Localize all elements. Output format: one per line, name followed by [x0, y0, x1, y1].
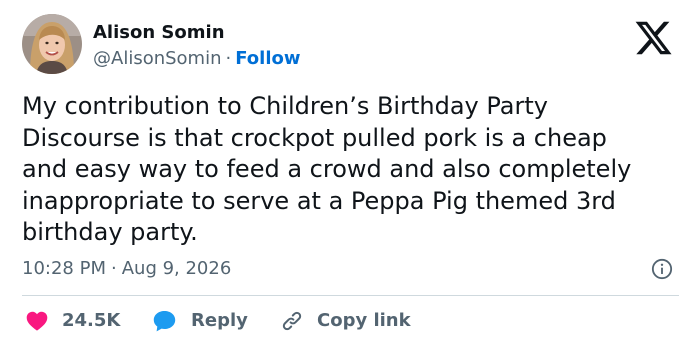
divider	[22, 295, 679, 296]
tweet-time: 10:28 PM	[22, 258, 106, 279]
tweet-date: Aug 9, 2026	[121, 258, 232, 279]
like-button[interactable]: 24.5K	[25, 308, 120, 334]
copy-link-label: Copy link	[317, 310, 411, 331]
copy-link-button[interactable]: Copy link	[280, 308, 411, 334]
timestamp-separator: ·	[110, 258, 117, 279]
reply-button[interactable]: Reply	[152, 308, 248, 334]
follow-button[interactable]: Follow	[235, 48, 300, 69]
avatar-photo	[22, 14, 82, 74]
author-handle[interactable]: @AlisonSomin	[93, 48, 222, 69]
tweet-timestamp[interactable]: 10:28 PM · Aug 9, 2026	[22, 257, 231, 281]
tweet-card: Alison Somin @AlisonSomin · Follow My cont…	[0, 0, 700, 348]
reply-label: Reply	[191, 310, 248, 331]
speech-bubble-icon	[153, 311, 176, 332]
like-count: 24.5K	[62, 310, 121, 331]
avatar[interactable]	[22, 14, 82, 74]
handle-separator: ·	[225, 48, 232, 69]
tweet-text: My contribution to Children’s Birthday P…	[22, 92, 632, 246]
link-icon	[282, 311, 302, 331]
heart-icon	[26, 311, 48, 331]
info-icon[interactable]	[651, 258, 673, 280]
author-handle-line: @AlisonSomin · Follow	[93, 47, 301, 71]
author-name[interactable]: Alison Somin	[93, 21, 225, 45]
x-logo-icon[interactable]	[633, 18, 674, 58]
